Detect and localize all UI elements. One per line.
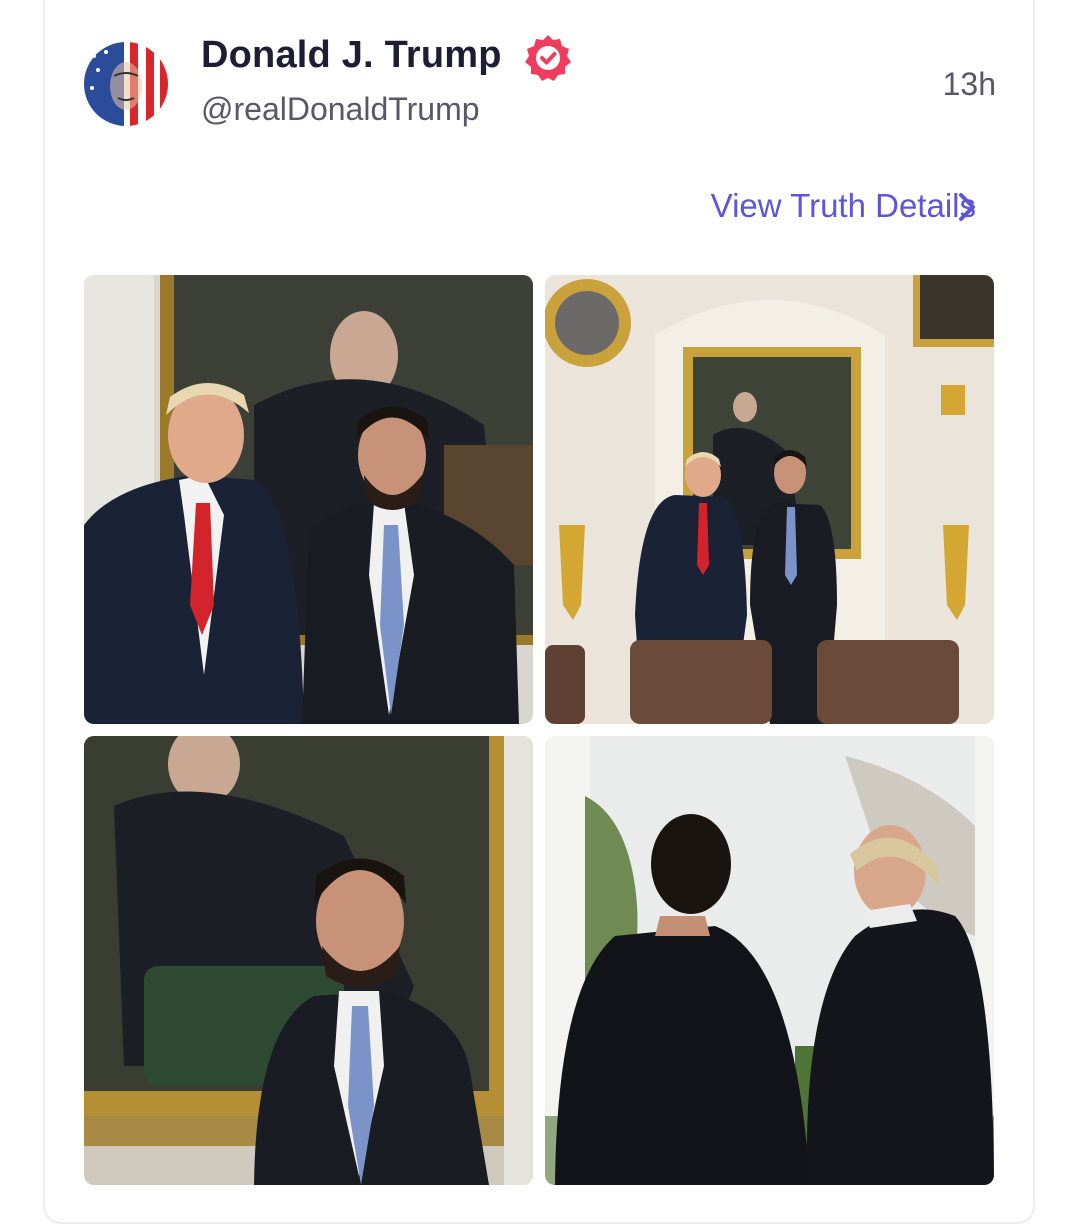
post-photo-1[interactable] bbox=[84, 275, 533, 724]
photo-two-men-in-formal-room-icon bbox=[545, 275, 994, 724]
post-photo-3[interactable] bbox=[84, 736, 533, 1185]
post-photo-4[interactable] bbox=[545, 736, 994, 1185]
author-display-name[interactable]: Donald J. Trump bbox=[201, 34, 502, 77]
chevron-right-icon[interactable] bbox=[955, 190, 979, 224]
author-avatar[interactable] bbox=[84, 42, 168, 126]
photo-two-men-by-window-icon bbox=[545, 736, 994, 1185]
post-photo-2[interactable] bbox=[545, 275, 994, 724]
photo-man-in-front-of-portrait-icon bbox=[84, 736, 533, 1185]
view-truth-details-link[interactable]: View Truth Details bbox=[711, 187, 976, 225]
verified-badge-icon bbox=[522, 32, 574, 84]
flag-portrait-avatar-icon bbox=[84, 42, 168, 126]
author-handle[interactable]: @realDonaldTrump bbox=[201, 91, 480, 128]
photo-two-men-in-front-of-portrait-icon bbox=[84, 275, 533, 724]
post-timestamp: 13h bbox=[942, 66, 996, 102]
